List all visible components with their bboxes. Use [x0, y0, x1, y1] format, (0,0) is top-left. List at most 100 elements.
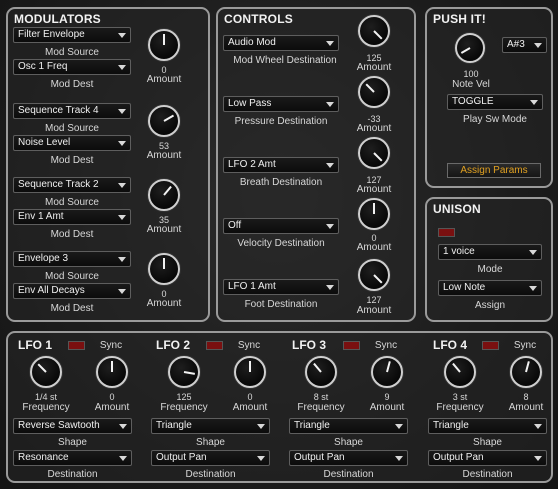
lfo-panel: LFO 1 Sync 1/4 st Frequency 0 Amount Rev…	[6, 331, 553, 483]
push-it-title: PUSH IT!	[433, 12, 486, 26]
mod3-source-select[interactable]: Sequence Track 2	[13, 177, 131, 193]
lfo1-frequency-label: Frequency	[22, 402, 70, 413]
mod1-amount-label: Amount	[146, 74, 182, 85]
lfo2-frequency-knob[interactable]	[168, 356, 200, 388]
lfo3-amount-label: Amount	[369, 402, 405, 413]
lfo2-destination-value: Output Pan	[156, 452, 207, 463]
mod2-amount-knob[interactable]	[148, 105, 180, 137]
breath-dest-select[interactable]: LFO 2 Amt	[223, 157, 339, 173]
lfo1-amount-knob[interactable]	[96, 356, 128, 388]
note-select[interactable]: A#3	[502, 37, 547, 53]
lfo1-destination-select[interactable]: Resonance	[13, 450, 132, 466]
lfo3-destination-select[interactable]: Output Pan	[289, 450, 408, 466]
modwheel-dest-label: Mod Wheel Destination	[233, 55, 337, 66]
play-sw-mode-select[interactable]: TOGGLE	[447, 94, 543, 110]
mod1-amount-knob[interactable]	[148, 29, 180, 61]
chevron-down-icon	[529, 286, 537, 291]
chevron-down-icon	[118, 289, 126, 294]
chevron-down-icon	[118, 257, 126, 262]
mod4-amount-knob[interactable]	[148, 253, 180, 285]
mod3-source-label: Mod Source	[45, 197, 99, 208]
lfo2-destination-select[interactable]: Output Pan	[151, 450, 270, 466]
unison-assign-label: Assign	[474, 300, 505, 311]
lfo2-frequency-value: 125	[176, 392, 192, 402]
lfo3-sync-led[interactable]	[343, 341, 360, 350]
lfo1-sync-led[interactable]	[68, 341, 85, 350]
knob-pointer	[373, 30, 383, 40]
lfo1-frequency-value: 1/4 st	[34, 392, 57, 402]
lfo4-amount-value: 8	[523, 392, 529, 402]
mod2-source-select[interactable]: Sequence Track 4	[13, 103, 131, 119]
mod4-amount-label: Amount	[146, 298, 182, 309]
lfo3-shape-select[interactable]: Triangle	[289, 418, 408, 434]
knob-pointer	[373, 203, 375, 214]
chevron-down-icon	[326, 163, 334, 168]
pressure-dest-select[interactable]: Low Pass	[223, 96, 339, 112]
lfo3-sync-label: Sync	[374, 340, 398, 351]
lfo4-shape-value: Triangle	[433, 420, 469, 431]
pressure-amount-knob[interactable]	[358, 76, 390, 108]
lfo3-amount-knob[interactable]	[371, 356, 403, 388]
lfo4-sync-label: Sync	[513, 340, 537, 351]
mod4-dest-select[interactable]: Env All Decays	[13, 283, 131, 299]
lfo2-destination-label: Destination	[185, 469, 236, 480]
note-vel-knob[interactable]	[455, 33, 485, 63]
chevron-down-icon	[118, 141, 126, 146]
unison-title: UNISON	[433, 202, 481, 216]
mod4-source-label: Mod Source	[45, 271, 99, 282]
unison-led[interactable]	[438, 228, 455, 237]
foot-dest-label: Foot Destination	[244, 299, 318, 310]
modwheel-amount-knob[interactable]	[358, 15, 390, 47]
knob-pointer	[452, 362, 461, 373]
note-value: A#3	[507, 39, 525, 50]
foot-amount-label: Amount	[356, 305, 392, 316]
lfo2-amount-knob[interactable]	[234, 356, 266, 388]
breath-dest-label: Breath Destination	[239, 177, 323, 188]
lfo1-sync-label: Sync	[99, 340, 123, 351]
mod2-source-label: Mod Source	[45, 123, 99, 134]
lfo1-shape-select[interactable]: Reverse Sawtooth	[13, 418, 132, 434]
breath-amount-knob[interactable]	[358, 137, 390, 169]
chevron-down-icon	[534, 43, 542, 48]
chevron-down-icon	[118, 109, 126, 114]
velocity-amount-knob[interactable]	[358, 198, 390, 230]
lfo4-shape-select[interactable]: Triangle	[428, 418, 547, 434]
mod2-amount-label: Amount	[146, 150, 182, 161]
knob-pointer	[249, 361, 251, 372]
mod2-source-value: Sequence Track 4	[18, 105, 99, 116]
lfo4-destination-select[interactable]: Output Pan	[428, 450, 547, 466]
lfo2-sync-led[interactable]	[206, 341, 223, 350]
assign-params-button[interactable]: Assign Params	[447, 163, 541, 178]
mod2-dest-select[interactable]: Noise Level	[13, 135, 131, 151]
lfo3-title: LFO 3	[292, 338, 327, 352]
lfo4-amount-knob[interactable]	[510, 356, 542, 388]
unison-assign-select[interactable]: Low Note	[438, 280, 542, 296]
modwheel-dest-select[interactable]: Audio Mod	[223, 35, 339, 51]
foot-dest-select[interactable]: LFO 1 Amt	[223, 279, 339, 295]
mod3-amount-knob[interactable]	[148, 179, 180, 211]
mod1-source-select[interactable]: Filter Envelope	[13, 27, 131, 43]
mod3-dest-select[interactable]: Env 1 Amt	[13, 209, 131, 225]
chevron-down-icon	[257, 456, 265, 461]
chevron-down-icon	[118, 65, 126, 70]
lfo1-frequency-knob[interactable]	[30, 356, 62, 388]
lfo4-sync-led[interactable]	[482, 341, 499, 350]
unison-mode-value: 1 voice	[443, 246, 475, 257]
velocity-dest-select[interactable]: Off	[223, 218, 339, 234]
lfo4-frequency-knob[interactable]	[444, 356, 476, 388]
chevron-down-icon	[326, 102, 334, 107]
knob-pointer	[373, 152, 383, 162]
lfo2-shape-select[interactable]: Triangle	[151, 418, 270, 434]
breath-dest-value: LFO 2 Amt	[228, 159, 276, 170]
lfo3-destination-value: Output Pan	[294, 452, 345, 463]
unison-mode-select[interactable]: 1 voice	[438, 244, 542, 260]
lfo2-amount-value: 0	[247, 392, 253, 402]
play-sw-mode-label: Play Sw Mode	[463, 114, 527, 125]
foot-amount-knob[interactable]	[358, 259, 390, 291]
mod4-source-select[interactable]: Envelope 3	[13, 251, 131, 267]
mod2-dest-label: Mod Dest	[50, 155, 94, 166]
lfo3-frequency-knob[interactable]	[305, 356, 337, 388]
lfo4-frequency-label: Frequency	[436, 402, 484, 413]
lfo3-shape-label: Shape	[334, 437, 363, 448]
mod1-dest-select[interactable]: Osc 1 Freq	[13, 59, 131, 75]
